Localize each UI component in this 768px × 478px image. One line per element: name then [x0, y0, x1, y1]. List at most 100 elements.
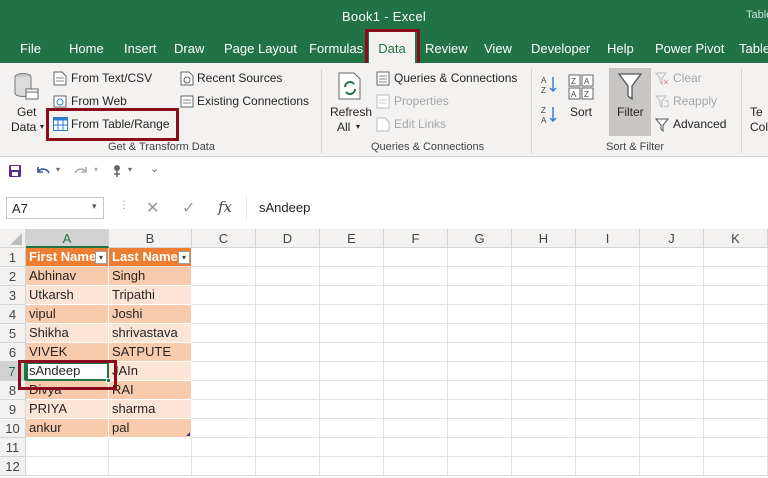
cell-k10[interactable]	[704, 419, 768, 438]
insert-function-icon[interactable]: fx	[218, 198, 232, 216]
cell-j4[interactable]	[640, 305, 704, 324]
cell-h4[interactable]	[512, 305, 576, 324]
cell-c4[interactable]	[192, 305, 256, 324]
undo-icon[interactable]	[34, 164, 52, 178]
cell-h5[interactable]	[512, 324, 576, 343]
sort-a-z-button[interactable]: AZ	[539, 74, 559, 96]
filter-dropdown-icon[interactable]: ▾	[178, 251, 190, 264]
cell-e9[interactable]	[320, 400, 384, 419]
cell-h12[interactable]	[512, 457, 576, 476]
cell-d11[interactable]	[256, 438, 320, 457]
cell-c1[interactable]	[192, 248, 256, 267]
cell-b7[interactable]: JAIn	[109, 362, 192, 381]
cell-f9[interactable]	[384, 400, 448, 419]
cell-g10[interactable]	[448, 419, 512, 438]
cell-k7[interactable]	[704, 362, 768, 381]
cell-i11[interactable]	[576, 438, 640, 457]
cell-b12[interactable]	[109, 457, 192, 476]
customize-qat-icon[interactable]: ⌄	[150, 162, 159, 175]
cell-d6[interactable]	[256, 343, 320, 362]
column-header-a[interactable]: A	[26, 229, 109, 248]
cell-a2[interactable]: Abhinav	[26, 267, 109, 286]
cell-c12[interactable]	[192, 457, 256, 476]
cell-d3[interactable]	[256, 286, 320, 305]
cell-b5[interactable]: shrivastava	[109, 324, 192, 343]
cell-a4[interactable]: vipul	[26, 305, 109, 324]
cell-b4[interactable]: Joshi	[109, 305, 192, 324]
cell-c7[interactable]	[192, 362, 256, 381]
cell-g11[interactable]	[448, 438, 512, 457]
cell-c5[interactable]	[192, 324, 256, 343]
cell-j9[interactable]	[640, 400, 704, 419]
cell-i5[interactable]	[576, 324, 640, 343]
cell-c9[interactable]	[192, 400, 256, 419]
cell-g12[interactable]	[448, 457, 512, 476]
cell-k9[interactable]	[704, 400, 768, 419]
cancel-icon[interactable]: ✕	[146, 198, 159, 218]
row-header-1[interactable]: 1	[0, 248, 26, 267]
row-header-5[interactable]: 5	[0, 324, 26, 343]
cell-h1[interactable]	[512, 248, 576, 267]
column-header-g[interactable]: G	[448, 229, 512, 248]
enter-icon[interactable]: ✓	[182, 198, 195, 218]
column-header-b[interactable]: B	[109, 229, 192, 248]
tab-power-pivot[interactable]: Power Pivot	[655, 41, 724, 56]
cell-g6[interactable]	[448, 343, 512, 362]
row-header-9[interactable]: 9	[0, 400, 26, 419]
cell-c6[interactable]	[192, 343, 256, 362]
cell-g3[interactable]	[448, 286, 512, 305]
column-header-i[interactable]: I	[576, 229, 640, 248]
cell-g2[interactable]	[448, 267, 512, 286]
row-header-12[interactable]: 12	[0, 457, 26, 476]
column-header-e[interactable]: E	[320, 229, 384, 248]
redo-icon[interactable]	[72, 164, 90, 178]
cell-a9[interactable]: PRIYA	[26, 400, 109, 419]
cell-e1[interactable]	[320, 248, 384, 267]
cell-d10[interactable]	[256, 419, 320, 438]
row-header-10[interactable]: 10	[0, 419, 26, 438]
cell-k6[interactable]	[704, 343, 768, 362]
cell-h2[interactable]	[512, 267, 576, 286]
cell-j5[interactable]	[640, 324, 704, 343]
cell-b2[interactable]: Singh	[109, 267, 192, 286]
cell-i1[interactable]	[576, 248, 640, 267]
cell-a12[interactable]	[26, 457, 109, 476]
cell-h6[interactable]	[512, 343, 576, 362]
cell-h3[interactable]	[512, 286, 576, 305]
cell-k2[interactable]	[704, 267, 768, 286]
cell-b6[interactable]: SATPUTE	[109, 343, 192, 362]
column-header-c[interactable]: C	[192, 229, 256, 248]
cell-e12[interactable]	[320, 457, 384, 476]
column-header-h[interactable]: H	[512, 229, 576, 248]
cell-c8[interactable]	[192, 381, 256, 400]
tab-draw[interactable]: Draw	[174, 41, 204, 56]
existing-connections-button[interactable]: Existing Connections	[180, 93, 310, 111]
cell-j1[interactable]	[640, 248, 704, 267]
cell-f6[interactable]	[384, 343, 448, 362]
cell-b11[interactable]	[109, 438, 192, 457]
cell-i3[interactable]	[576, 286, 640, 305]
cell-i6[interactable]	[576, 343, 640, 362]
cell-f12[interactable]	[384, 457, 448, 476]
cell-j7[interactable]	[640, 362, 704, 381]
tab-page-layout[interactable]: Page Layout	[224, 41, 297, 56]
cell-c10[interactable]	[192, 419, 256, 438]
cell-e7[interactable]	[320, 362, 384, 381]
sort-button[interactable]: ZAAZ Sort	[565, 70, 599, 134]
cell-f1[interactable]	[384, 248, 448, 267]
cell-d8[interactable]	[256, 381, 320, 400]
refresh-all-button[interactable]: Refresh All ▾	[328, 70, 372, 134]
row-header-3[interactable]: 3	[0, 286, 26, 305]
row-header-2[interactable]: 2	[0, 267, 26, 286]
cell-d5[interactable]	[256, 324, 320, 343]
cell-k11[interactable]	[704, 438, 768, 457]
cell-a11[interactable]	[26, 438, 109, 457]
tab-home[interactable]: Home	[69, 41, 104, 56]
cell-f3[interactable]	[384, 286, 448, 305]
cell-e4[interactable]	[320, 305, 384, 324]
row-header-11[interactable]: 11	[0, 438, 26, 457]
cell-e8[interactable]	[320, 381, 384, 400]
tab-insert[interactable]: Insert	[124, 41, 157, 56]
select-all-corner[interactable]	[0, 229, 26, 248]
cell-c3[interactable]	[192, 286, 256, 305]
